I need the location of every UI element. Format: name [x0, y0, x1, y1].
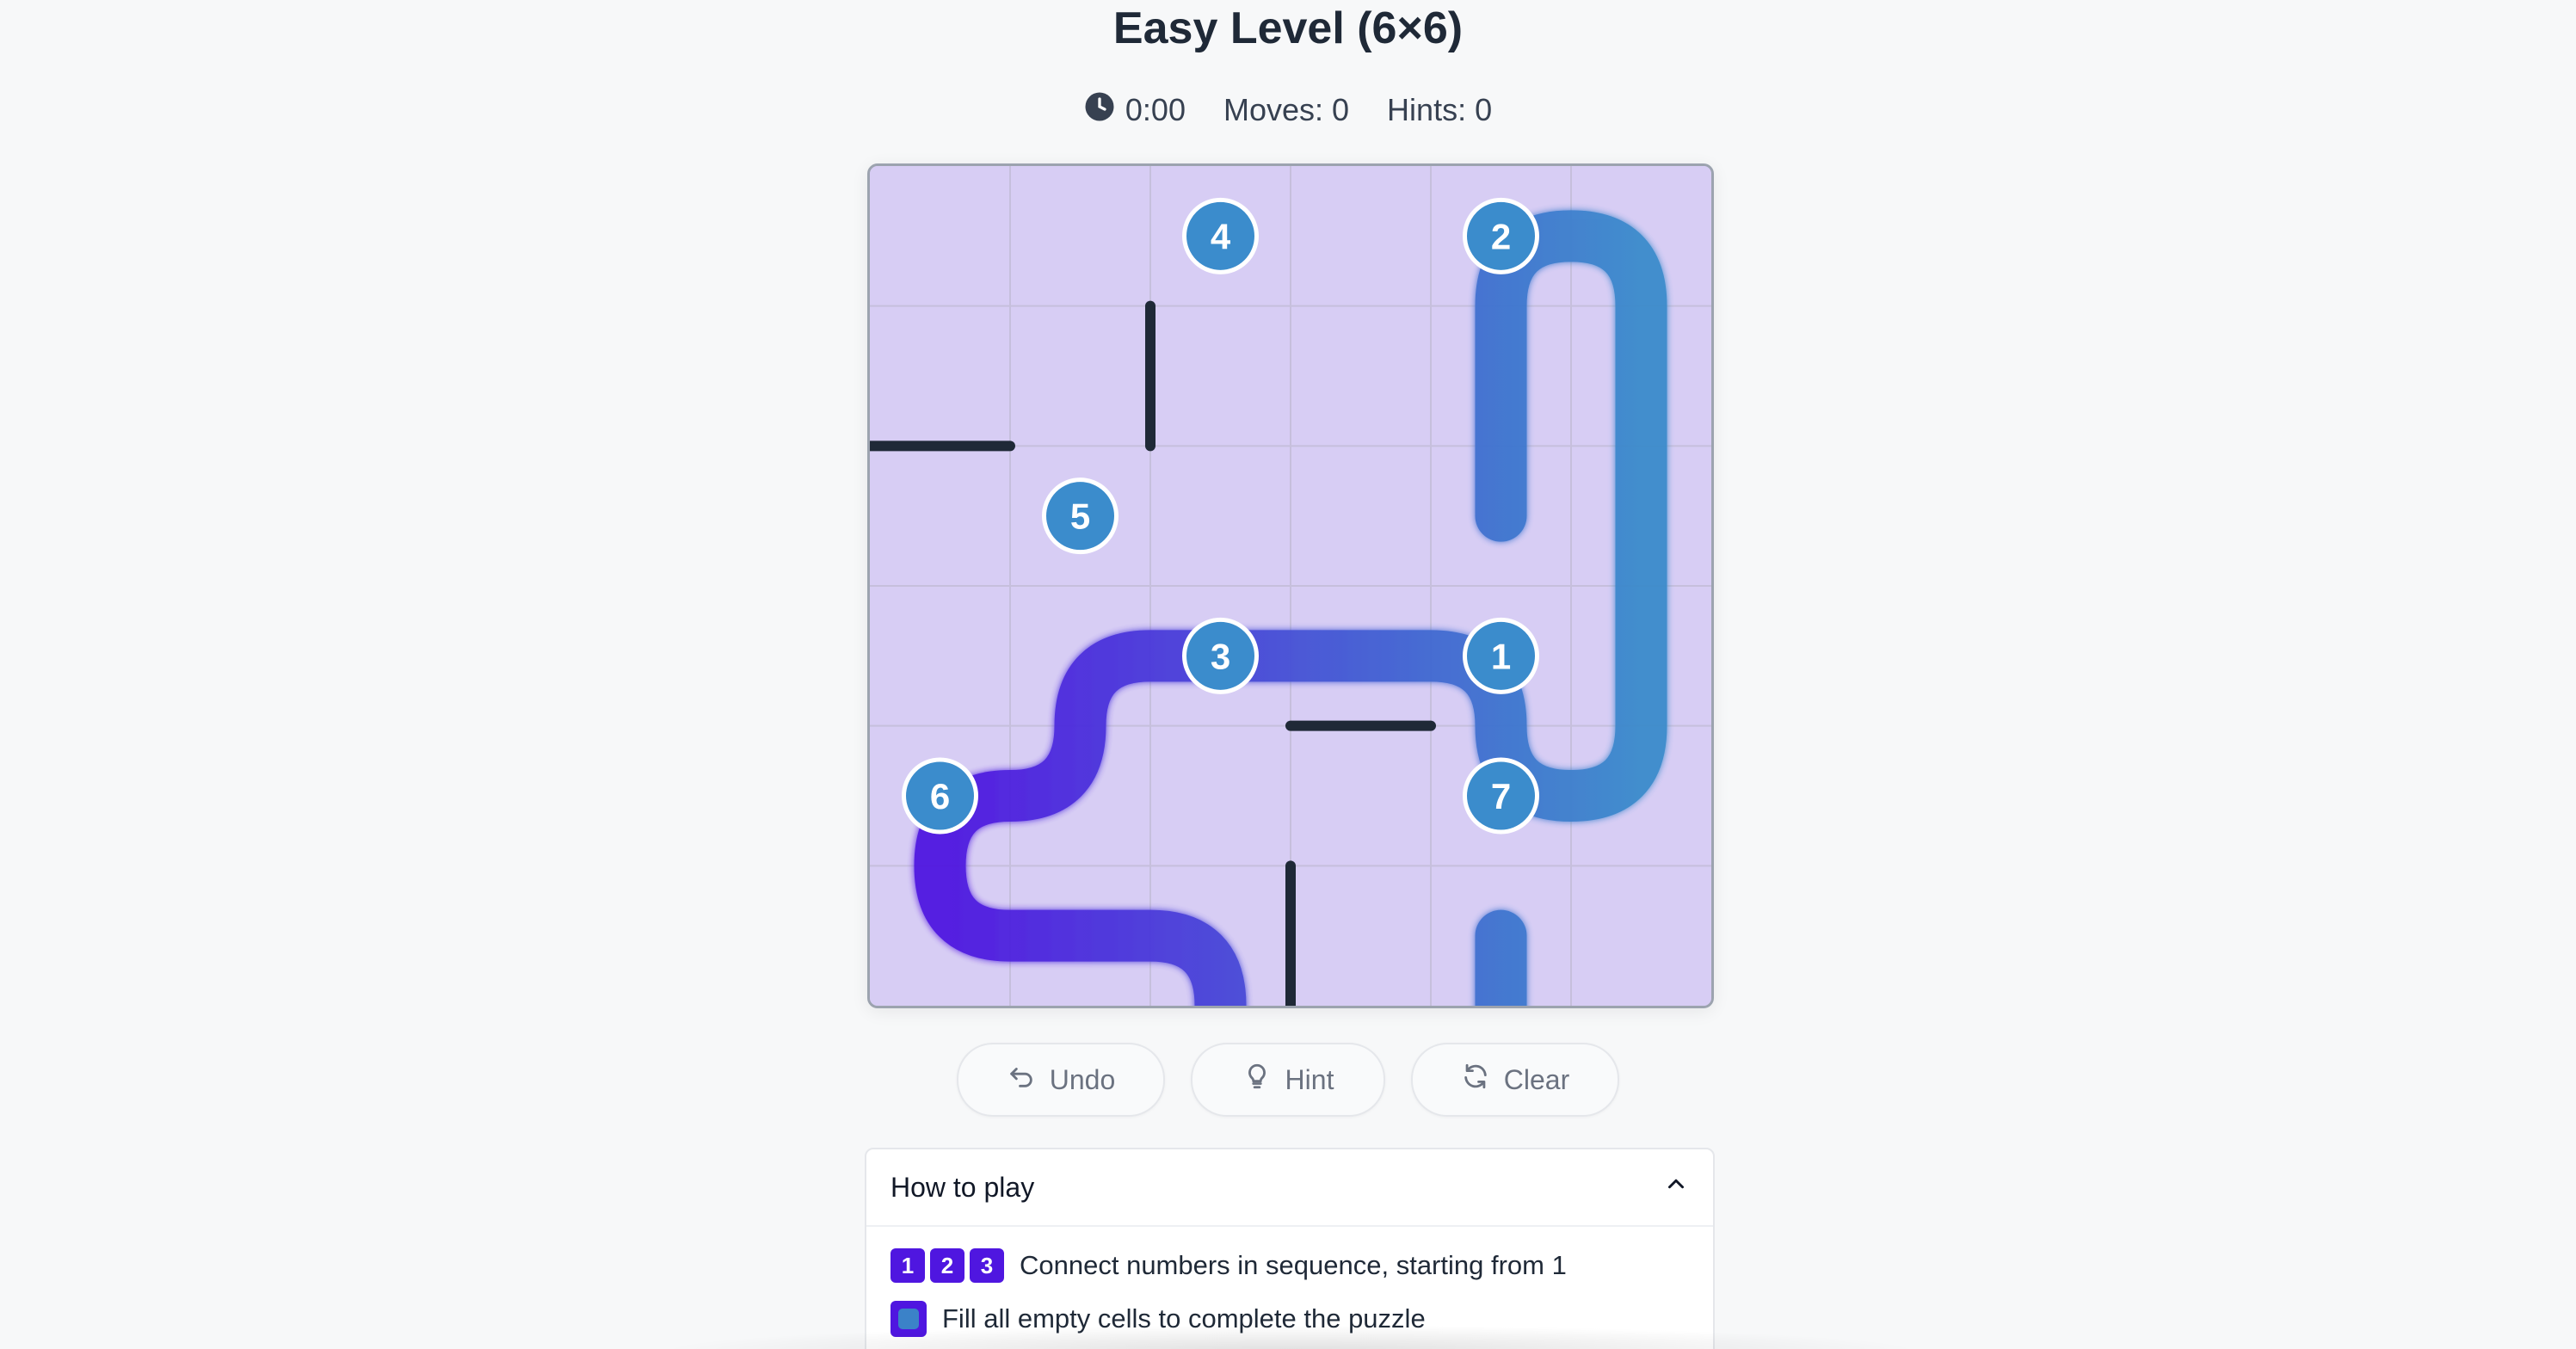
- number-node-7[interactable]: 7: [1463, 757, 1539, 835]
- number-node-label: 2: [1491, 216, 1511, 256]
- clear-label: Clear: [1503, 1063, 1570, 1095]
- number-node-1[interactable]: 1: [1463, 617, 1539, 694]
- undo-label: Undo: [1049, 1063, 1116, 1095]
- moves-counter: Moves: 0: [1223, 92, 1350, 127]
- number-node-3[interactable]: 3: [1182, 617, 1259, 694]
- timer-value: 0:00: [1125, 92, 1186, 127]
- number-node-label: 5: [1070, 496, 1090, 537]
- number-node-6[interactable]: 6: [902, 757, 978, 835]
- chip-2: 2: [930, 1248, 964, 1283]
- rule-fill: Fill all empty cells to complete the puz…: [866, 1292, 1713, 1346]
- board-cell-2-3[interactable]: [1291, 446, 1431, 586]
- board-cell-1-2[interactable]: [1150, 305, 1291, 447]
- puzzle-board[interactable]: 1 2 3 4 5 6 7: [867, 163, 1714, 1008]
- sequence-chips: 1 2 3: [891, 1248, 1004, 1283]
- board-cell-1-0[interactable]: [870, 305, 1010, 447]
- number-node-label: 7: [1491, 776, 1511, 816]
- how-to-play-panel: How to play 1 2 3 Connect numbers in seq…: [865, 1148, 1715, 1349]
- board-cell-1-3[interactable]: [1291, 305, 1431, 447]
- rule-fill-text: Fill all empty cells to complete the puz…: [942, 1303, 1426, 1334]
- board-cell-2-2[interactable]: [1150, 446, 1291, 586]
- chip-1: 1: [891, 1248, 925, 1283]
- undo-button[interactable]: Undo: [957, 1043, 1165, 1117]
- board-cell-0-3[interactable]: [1291, 166, 1431, 306]
- number-node-2[interactable]: 2: [1463, 197, 1539, 274]
- clear-button[interactable]: Clear: [1411, 1043, 1619, 1117]
- rule-sequence: 1 2 3 Connect numbers in sequence, start…: [866, 1239, 1713, 1292]
- page-title: Easy Level (6×6): [1112, 3, 1464, 53]
- number-node-label: 1: [1491, 636, 1511, 676]
- action-buttons: Undo Hint Clear: [0, 1043, 2576, 1117]
- board-cell-0-0[interactable]: [870, 166, 1010, 306]
- hint-label: Hint: [1285, 1063, 1334, 1095]
- board-cell-0-1[interactable]: [1010, 166, 1150, 306]
- game-page: Easy Level (6×6) 0:00 Moves: 0 Hints: 0: [0, 0, 2576, 1349]
- board-cell-5-3[interactable]: [1291, 865, 1431, 1006]
- board-cell-4-2[interactable]: [1150, 725, 1291, 866]
- board-cell-1-1[interactable]: [1010, 305, 1150, 447]
- hint-button[interactable]: Hint: [1191, 1043, 1385, 1117]
- number-node-label: 4: [1211, 216, 1231, 256]
- board-canvas[interactable]: 1 2 3 4 5 6 7: [870, 166, 1711, 1006]
- timer: 0:00: [1084, 91, 1186, 130]
- rule-sequence-text: Connect numbers in sequence, starting fr…: [1020, 1250, 1567, 1280]
- number-node-label: 3: [1211, 636, 1230, 676]
- clock-icon: [1084, 91, 1115, 130]
- hints-counter: Hints: 0: [1387, 92, 1493, 127]
- how-to-play-header[interactable]: How to play: [866, 1149, 1713, 1227]
- fill-cell-icon: [891, 1301, 927, 1337]
- board-cell-3-0[interactable]: [870, 586, 1010, 726]
- undo-icon: [1007, 1062, 1036, 1098]
- stats-bar: 0:00 Moves: 0 Hints: 0: [0, 86, 2576, 134]
- number-node-5[interactable]: 5: [1042, 477, 1119, 555]
- number-node-4[interactable]: 4: [1182, 197, 1259, 274]
- board-cell-2-0[interactable]: [870, 446, 1010, 586]
- lightbulb-icon: [1242, 1062, 1272, 1098]
- board-cell-5-5[interactable]: [1571, 865, 1711, 1006]
- chevron-up-icon[interactable]: [1663, 1171, 1689, 1204]
- how-to-play-title: How to play: [891, 1171, 1035, 1203]
- chip-3: 3: [970, 1248, 1004, 1283]
- number-node-label: 6: [930, 776, 950, 816]
- refresh-icon: [1461, 1062, 1490, 1098]
- board-cell-4-3[interactable]: [1291, 725, 1431, 866]
